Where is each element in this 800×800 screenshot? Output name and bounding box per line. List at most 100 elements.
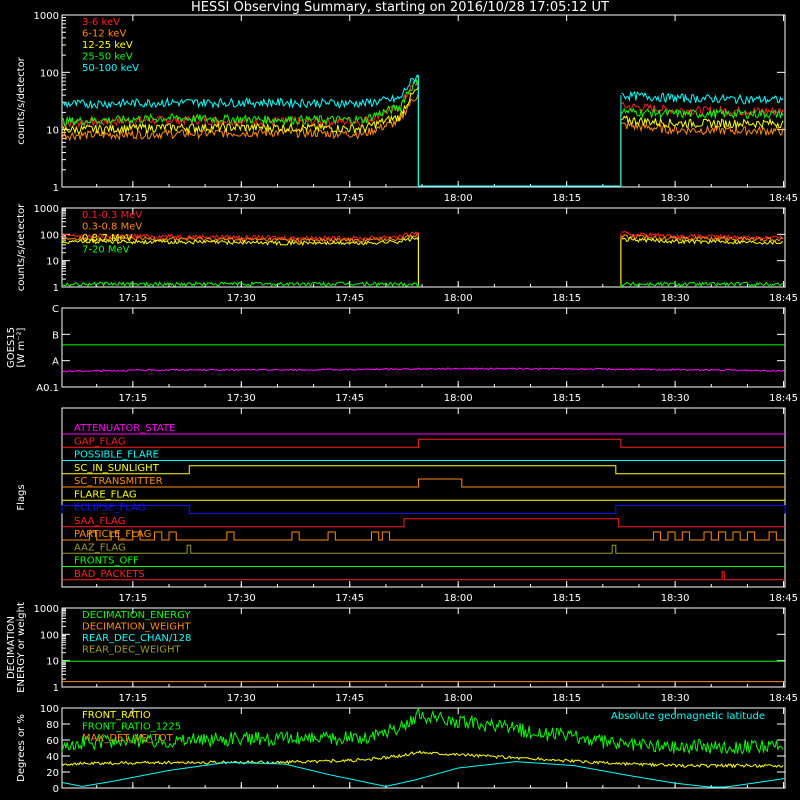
panel5-ytick-label: 10 [46,657,59,668]
panel6-ytick-label: 80 [46,720,59,731]
panel3-xtick-label: 18:00 [444,393,473,404]
panel6-series-front-ratio [61,750,784,769]
panel3-xtick-label: 17:30 [227,393,256,404]
panel3-series-group [61,344,785,373]
panel2-xtick-label: 18:00 [444,293,473,304]
flag-label-fronts-off: FRONTS_OFF [74,556,139,567]
panel4-xtick-label: 17:15 [118,593,147,604]
panel4-frame [61,407,786,588]
panel1-series-12-25-kev [61,85,784,187]
panel6-ytick-label: 60 [46,736,59,747]
panel5-legend-item: REAR_DEC_CHAN/128 [82,633,191,644]
flag-label-saa-flag: SAA_FLAG [74,516,125,527]
panel1-series-group [61,74,784,187]
panel3-ylabel2: [W m⁻²] [16,327,27,367]
flag-label-sc-in-sunlight: SC_IN_SUNLIGHT [74,463,160,474]
panel2-legend-item: 0.8-7 MeV [82,233,133,244]
panel1-xtick-label: 18:30 [661,193,690,204]
flag-trace-sc-transmitter [62,478,785,488]
panel4-ylabel: Flags [16,484,27,510]
panel5-ytick-label: 1 [53,683,59,694]
panel4-xtick-label: 17:45 [335,593,364,604]
flag-trace-sc-in-sunlight [62,465,785,475]
flag-trace-aaz-flag [62,544,785,554]
panel2-ytick-label: 1 [53,283,59,294]
panel2-xtick-label: 18:45 [769,293,798,304]
panel5-xtick-label: 18:45 [769,693,798,704]
panel3-ytick-label: A [52,357,59,368]
panel2-series-0-1-0-3-mev [61,230,784,287]
panel2-xtick-label: 17:45 [335,293,364,304]
panel5-xtick-label: 18:00 [444,693,473,704]
panel5-legend-item: DECIMATION_WEIGHT [82,622,191,633]
panel2-ytick-label: 100 [40,230,59,241]
flag-label-attenuator-state: ATTENUATOR_STATE [74,423,175,434]
panel1-legend-item: 12-25 keV [82,40,133,51]
panel2-xtick-label: 17:15 [118,293,147,304]
panel6-ytick-label: 20 [46,768,59,779]
panel6-ylabel: Degrees or % [16,714,27,782]
panel4-xtick-label: 17:30 [227,593,256,604]
panel1-xtick-label: 18:15 [552,193,581,204]
panel3-xtick-label: 17:15 [118,393,147,404]
panel6-ytick-label: 40 [46,752,59,763]
panel5-ytick-label: 1000 [34,604,59,615]
panel1-ytick-label: 10 [46,126,59,137]
panel2-ylabel: counts/s/detector [16,203,27,291]
panel2-series-0-8-7-mev [61,235,784,287]
panel3-ytick-label: C [52,304,59,315]
panel3-ytick-label: B [52,330,59,341]
panel2-xtick-label: 17:30 [227,293,256,304]
panel1-ytick-label: 1000 [34,11,59,22]
panel5-legend-item: DECIMATION_ENERGY [82,610,191,621]
panel4-xtick-label: 18:00 [444,593,473,604]
flag-label-possible-flare: POSSIBLE_FLARE [74,450,159,461]
flag-label-gap-flag: GAP_FLAG [74,436,126,447]
panel4-xtick-label: 18:45 [769,593,798,604]
panel1-legend-item: 25-50 keV [82,52,133,63]
panel1-xtick-label: 17:15 [118,193,147,204]
observing-summary-chart: 17:15 17:30 17:45 18:00 18:15 18:30 18:4511010… [6,11,798,795]
panel6-legend-item: FRONT_RATIO [82,710,151,721]
panel3-series-goes-0-5-4-a [61,367,785,373]
panel4-xtick-label: 18:15 [552,593,581,604]
panel1-xtick-label: 17:45 [335,193,364,204]
panel2-series-0-3-0-8-mev [61,233,784,287]
panel1-legend-item: 6-12 keV [82,29,126,40]
panel1-ytick-label: 100 [40,68,59,79]
panel4-xtick-label: 18:30 [661,593,690,604]
panel2-legend-item: 0.3-0.8 MeV [82,222,142,233]
flag-trace-saa-flag [62,518,785,528]
panel1-ylabel: counts/s/detector [16,56,27,144]
panel3-xtick-label: 18:30 [661,393,690,404]
flag-trace-particle-flag [62,531,785,541]
panel6-annotation: Absolute geomagnetic latitude [611,711,765,722]
panel2-series-group [61,230,784,288]
panel1-xtick-label: 18:00 [444,193,473,204]
flag-trace-gap-flag [62,438,785,448]
panel5-ylabel2: ENERGY or weight [16,602,27,693]
flag-label-sc-transmitter: SC_TRANSMITTER [74,476,163,487]
panel2-ytick-label: 1000 [34,204,59,215]
panel5-xtick-label: 17:45 [335,693,364,704]
panel3-frame [61,307,786,388]
panel1-series-6-12-kev [61,92,784,187]
panel5-legend-item: REAR_DEC_WEIGHT [82,645,181,656]
panel1-xtick-label: 17:30 [227,193,256,204]
flag-label-flare-flag: FLARE_FLAG [74,489,137,500]
panel2-xtick-label: 18:30 [661,293,690,304]
panel5-xtick-label: 18:30 [661,693,690,704]
panel3-xtick-label: 17:45 [335,393,364,404]
panel5-xtick-label: 17:15 [118,693,147,704]
panel1-series-50-100-kev [61,74,784,187]
panel5-series-group [62,660,785,683]
panel6-legend-item: FRONT_RATIO_1225 [82,722,181,733]
panel1-legend-item: 3-6 keV [82,17,120,28]
flag-label-bad-packets: BAD_PACKETS [74,569,145,580]
panel5-xtick-label: 17:30 [227,693,256,704]
panel1-ytick-label: 1 [53,183,59,194]
flag-trace-eclipse-flag [61,505,786,514]
panel3-ytick-label: A0.1 [36,383,59,394]
panel1-legend-item: 50-100 keV [82,63,139,74]
panel2-frame [61,207,786,288]
